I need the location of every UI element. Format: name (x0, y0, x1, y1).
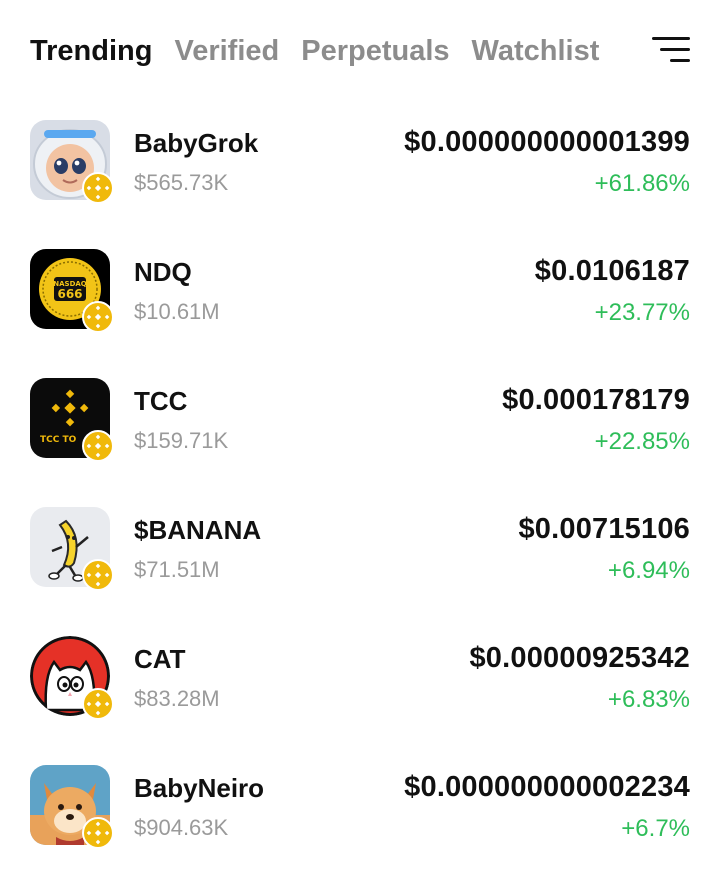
token-price: $0.000178179 (502, 384, 690, 416)
bnb-chain-icon (82, 301, 114, 333)
token-row-tcc[interactable]: TCC TO TCC $159.71K $0.000178179 +22.85% (30, 378, 690, 507)
token-change: +22.85% (594, 428, 690, 455)
token-name: TCC (134, 386, 188, 416)
token-change: +23.77% (594, 299, 690, 326)
token-market-cap: $565.73K (134, 170, 229, 195)
token-price: $0.00715106 (518, 513, 690, 545)
token-row-banana[interactable]: $BANANA $71.51M $0.00715106 +6.94% (30, 507, 690, 636)
token-name: BabyNeiro (134, 773, 265, 803)
bnb-chain-icon (82, 430, 114, 462)
token-row-babyneiro[interactable]: BabyNeiro $904.63K $0.000000000002234 +6… (30, 765, 690, 894)
token-price: $0.000000000002234 (404, 771, 690, 803)
tab-bar: Trending Verified Perpetuals Watchlist (30, 26, 690, 76)
token-name: BabyGrok (134, 128, 259, 158)
token-market-cap: $10.61M (134, 299, 220, 324)
token-row-babygrok[interactable]: BabyGrok $565.73K $0.000000000001399 +61… (30, 120, 690, 249)
bnb-chain-icon (82, 817, 114, 849)
tab-trending[interactable]: Trending (30, 35, 152, 68)
token-change: +6.7% (621, 815, 690, 842)
token-change: +6.83% (607, 686, 690, 713)
token-name: NDQ (134, 257, 192, 287)
token-market-cap: $83.28M (134, 686, 220, 711)
tab-verified[interactable]: Verified (174, 35, 279, 68)
bnb-chain-icon (82, 688, 114, 720)
token-price: $0.00000925342 (469, 642, 690, 674)
ndq-logo-text-bottom: 666 (57, 287, 82, 301)
token-market-cap: $159.71K (134, 428, 229, 453)
token-row-ndq[interactable]: NASDAQ 666 NDQ $10.61M $0.0106187 +23.77… (30, 249, 690, 378)
token-price: $0.000000000001399 (404, 126, 690, 158)
tcc-logo-text: TCC TO (40, 435, 77, 445)
bnb-chain-icon (82, 559, 114, 591)
token-name: CAT (134, 644, 186, 674)
token-price: $0.0106187 (534, 255, 690, 287)
tab-perpetuals[interactable]: Perpetuals (301, 35, 449, 68)
token-change: +61.86% (594, 170, 690, 197)
token-name: $BANANA (134, 515, 262, 545)
bnb-chain-icon (82, 172, 114, 204)
token-market-cap: $71.51M (134, 557, 220, 582)
token-list: BabyGrok $565.73K $0.000000000001399 +61… (30, 120, 690, 894)
filter-icon[interactable] (650, 35, 690, 65)
token-row-cat[interactable]: CAT $83.28M $0.00000925342 +6.83% (30, 636, 690, 765)
token-market-cap: $904.63K (134, 815, 229, 840)
token-change: +6.94% (607, 557, 690, 584)
tab-watchlist[interactable]: Watchlist (472, 35, 600, 68)
